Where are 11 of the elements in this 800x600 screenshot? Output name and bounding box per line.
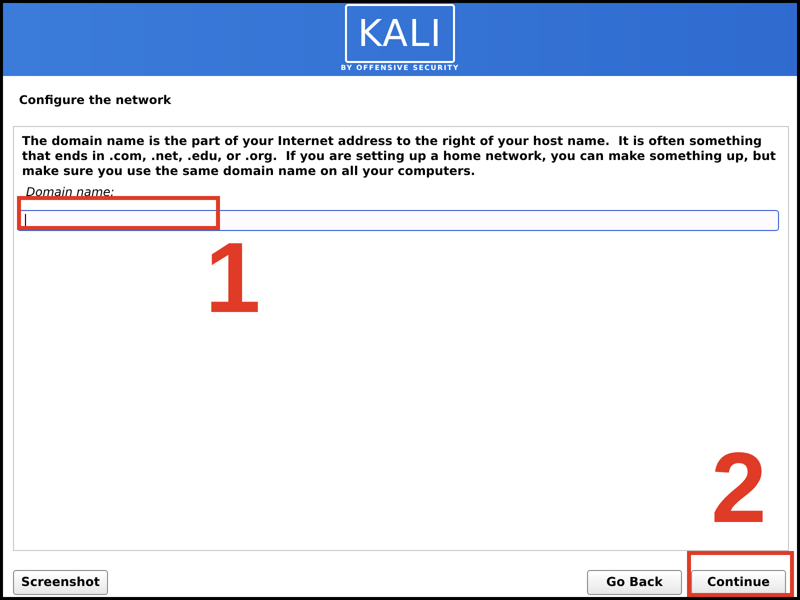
text-caret-icon <box>25 214 26 228</box>
step-number: 2 <box>711 438 767 538</box>
logo-text: KALI <box>358 14 442 54</box>
description-text: The domain name is the part of your Internet address to the right of your host name. It is often something that ends in .com, .net, .edu, or .org. If you are setting up a home network, you can make something up, but make sure you use the same domain name on all your computers. <box>21 133 777 179</box>
page-title: Configure the network <box>19 93 172 107</box>
dialog-button[interactable]: Screenshot <box>13 570 108 595</box>
dialog-button[interactable]: Go Back <box>587 570 682 595</box>
field-label: Domain name: <box>26 185 114 200</box>
step-number: 1 <box>205 228 261 328</box>
domain-name-field[interactable] <box>17 210 779 231</box>
dialog-button[interactable]: Continue <box>691 570 786 595</box>
